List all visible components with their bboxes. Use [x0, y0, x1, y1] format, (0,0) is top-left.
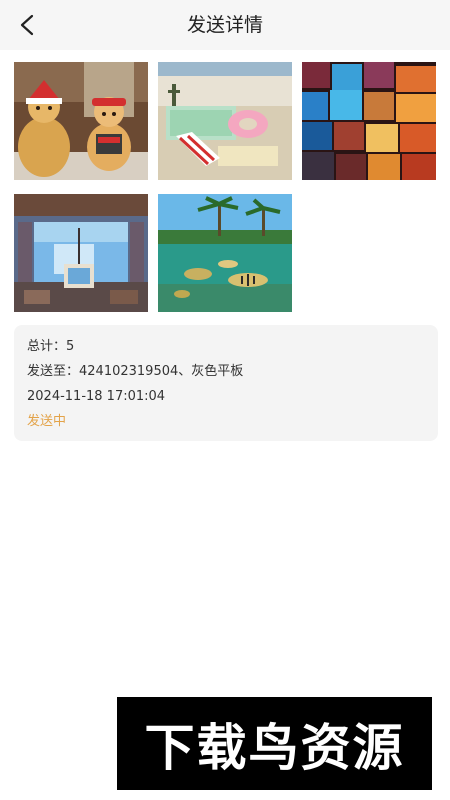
photo-thumbnail-beach-pool[interactable]: [158, 62, 292, 180]
photo-thumbnail-teddy-bears[interactable]: [14, 62, 148, 180]
send-details-page: 发送详情 总计：5 发送至：424102319504、灰色平板 2024-11-…: [0, 0, 450, 800]
watermark-logo: 下载鸟资源: [117, 697, 432, 790]
send-datetime: 2024-11-18 17:01:04: [27, 389, 166, 404]
photo-thumbnail-colorful-cubes[interactable]: [302, 62, 436, 180]
photo-thumbnail-tropical-underwater[interactable]: [158, 194, 292, 312]
photo-thumbnail-anime-room[interactable]: [14, 194, 148, 312]
watermark-text: 下载鸟资源: [144, 718, 405, 777]
top-bar: 发送详情: [0, 0, 450, 50]
send-info-card: 总计：5 发送至：424102319504、灰色平板 2024-11-18 17…: [14, 325, 438, 441]
total-count: 总计：5: [27, 339, 75, 354]
page-title: 发送详情: [186, 14, 263, 36]
status-badge: 发送中: [27, 414, 67, 429]
send-to-recipients: 发送至：424102319504、灰色平板: [27, 364, 244, 379]
